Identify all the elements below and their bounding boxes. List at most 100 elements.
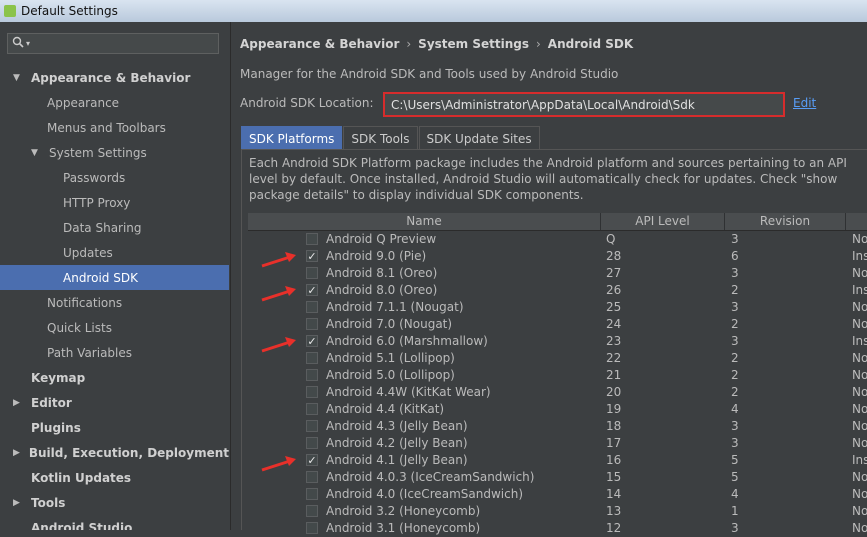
sidebar-item[interactable]: ▼ System Settings: [0, 140, 229, 165]
table-row[interactable]: Android 3.1 (Honeycomb) 12 3 No: [248, 520, 867, 537]
checkbox[interactable]: [306, 352, 318, 364]
tab-sdk-tools[interactable]: SDK Tools: [343, 126, 418, 150]
panel-description: Each Android SDK Platform package includ…: [249, 156, 847, 202]
cell-name: Android 6.0 (Marshmallow): [326, 334, 488, 348]
checkbox-checked[interactable]: ✓: [306, 335, 318, 347]
cell-status: No: [852, 266, 867, 280]
sidebar-item[interactable]: Updates: [0, 240, 229, 265]
sidebar-item[interactable]: Quick Lists: [0, 315, 229, 340]
tab-sdk-update-sites[interactable]: SDK Update Sites: [418, 126, 540, 150]
checkbox[interactable]: [306, 488, 318, 500]
table-row[interactable]: ✓ Android 4.1 (Jelly Bean) 16 5 Inst: [248, 452, 867, 469]
checkbox[interactable]: [306, 403, 318, 415]
cell-name: Android 8.1 (Oreo): [326, 266, 438, 280]
table-row[interactable]: Android 7.0 (Nougat) 24 2 No: [248, 316, 867, 333]
cell-revision: 3: [731, 436, 739, 450]
cell-revision: 4: [731, 487, 739, 501]
table-row[interactable]: Android 4.3 (Jelly Bean) 18 3 No: [248, 418, 867, 435]
cell-api-level: 17: [606, 436, 622, 450]
table-row[interactable]: Android 7.1.1 (Nougat) 25 3 No: [248, 299, 867, 316]
column-header-revision[interactable]: Revision: [725, 214, 845, 228]
sidebar-item[interactable]: HTTP Proxy: [0, 190, 229, 215]
sidebar-item[interactable]: ▶ Tools: [0, 490, 229, 515]
collapsed-arrow-icon[interactable]: ▶: [13, 498, 25, 508]
checkbox[interactable]: [306, 420, 318, 432]
checkbox[interactable]: [306, 522, 318, 534]
collapsed-arrow-icon[interactable]: ▶: [13, 398, 25, 408]
cell-api-level: 12: [606, 521, 622, 535]
checkbox-checked[interactable]: ✓: [306, 454, 318, 466]
sidebar-item[interactable]: Notifications: [0, 290, 229, 315]
checkbox[interactable]: [306, 505, 318, 517]
tab-sdk-platforms[interactable]: SDK Platforms: [241, 126, 343, 150]
table-row[interactable]: Android 8.1 (Oreo) 27 3 No: [248, 265, 867, 282]
cell-status: No: [852, 521, 867, 535]
cell-status: No: [852, 470, 867, 484]
checkbox[interactable]: [306, 369, 318, 381]
cell-name: Android 5.0 (Lollipop): [326, 368, 455, 382]
expanded-arrow-icon[interactable]: ▼: [31, 148, 43, 158]
checkbox[interactable]: [306, 301, 318, 313]
sidebar-item[interactable]: Keymap: [0, 365, 229, 390]
sidebar-item[interactable]: Android SDK: [0, 265, 229, 290]
checkbox-checked[interactable]: ✓: [306, 284, 318, 296]
sidebar-item[interactable]: Appearance: [0, 90, 229, 115]
page-description: Manager for the Android SDK and Tools us…: [240, 67, 619, 81]
collapsed-arrow-icon[interactable]: ▶: [13, 448, 23, 458]
checkbox[interactable]: [306, 267, 318, 279]
table-row[interactable]: Android 3.2 (Honeycomb) 13 1 No: [248, 503, 867, 520]
sdk-location-field[interactable]: C:\Users\Administrator\AppData\Local\And…: [383, 92, 785, 117]
cell-api-level: 15: [606, 470, 622, 484]
table-row[interactable]: Android Q Preview Q 3 No: [248, 231, 867, 248]
sidebar-item[interactable]: Kotlin Updates: [0, 465, 229, 490]
cell-revision: 2: [731, 283, 739, 297]
table-row[interactable]: Android 4.2 (Jelly Bean) 17 3 No: [248, 435, 867, 452]
sidebar-item-label: Android Studio: [31, 520, 133, 531]
sidebar-item[interactable]: Menus and Toolbars: [0, 115, 229, 140]
table-row[interactable]: ✓ Android 8.0 (Oreo) 26 2 Inst: [248, 282, 867, 299]
checkbox[interactable]: [306, 471, 318, 483]
sidebar-item[interactable]: Data Sharing: [0, 215, 229, 240]
table-row[interactable]: ✓ Android 9.0 (Pie) 28 6 Inst: [248, 248, 867, 265]
sidebar-item[interactable]: ▼ Appearance & Behavior: [0, 65, 229, 90]
table-row[interactable]: Android 5.1 (Lollipop) 22 2 No: [248, 350, 867, 367]
cell-api-level: 20: [606, 385, 622, 399]
table-row[interactable]: ✓ Android 6.0 (Marshmallow) 23 3 Inst: [248, 333, 867, 350]
edit-link[interactable]: Edit: [793, 96, 816, 110]
cell-api-level: 13: [606, 504, 622, 518]
cell-api-level: 24: [606, 317, 622, 331]
sidebar-item[interactable]: Plugins: [0, 415, 229, 440]
checkbox[interactable]: [306, 318, 318, 330]
expanded-arrow-icon[interactable]: ▼: [13, 73, 25, 83]
cell-status: Inst: [852, 334, 867, 348]
cell-revision: 3: [731, 521, 739, 535]
checkbox[interactable]: [306, 233, 318, 245]
sidebar-item[interactable]: Passwords: [0, 165, 229, 190]
table-row[interactable]: Android 5.0 (Lollipop) 21 2 No: [248, 367, 867, 384]
checkbox[interactable]: [306, 386, 318, 398]
table-row[interactable]: Android 4.0 (IceCreamSandwich) 14 4 No: [248, 486, 867, 503]
cell-api-level: 25: [606, 300, 622, 314]
search-dropdown-icon[interactable]: ▾: [26, 39, 30, 48]
table-row[interactable]: Android 4.4 (KitKat) 19 4 No: [248, 401, 867, 418]
cell-revision: 4: [731, 402, 739, 416]
cell-name: Android Q Preview: [326, 232, 437, 246]
cell-name: Android 4.2 (Jelly Bean): [326, 436, 468, 450]
cell-status: No: [852, 351, 867, 365]
sidebar-item-label: Keymap: [31, 370, 86, 385]
table-row[interactable]: Android 4.4W (KitKat Wear) 20 2 No: [248, 384, 867, 401]
search-input[interactable]: ▾: [7, 33, 219, 54]
column-header-name[interactable]: Name: [248, 214, 600, 228]
checkbox-checked[interactable]: ✓: [306, 250, 318, 262]
sidebar-item[interactable]: Android Studio: [0, 515, 229, 531]
sidebar-item[interactable]: ▶ Editor: [0, 390, 229, 415]
table-row[interactable]: Android 4.0.3 (IceCreamSandwich) 15 5 No: [248, 469, 867, 486]
checkbox[interactable]: [306, 437, 318, 449]
cell-api-level: Q: [606, 232, 616, 246]
sidebar-item[interactable]: ▶ Build, Execution, Deployment: [0, 440, 229, 465]
column-header-api-level[interactable]: API Level: [601, 214, 724, 228]
window-title: Default Settings: [21, 4, 118, 18]
sidebar-item[interactable]: Path Variables: [0, 340, 229, 365]
cell-name: Android 3.2 (Honeycomb): [326, 504, 481, 518]
table-header: Name API Level Revision: [248, 213, 867, 231]
